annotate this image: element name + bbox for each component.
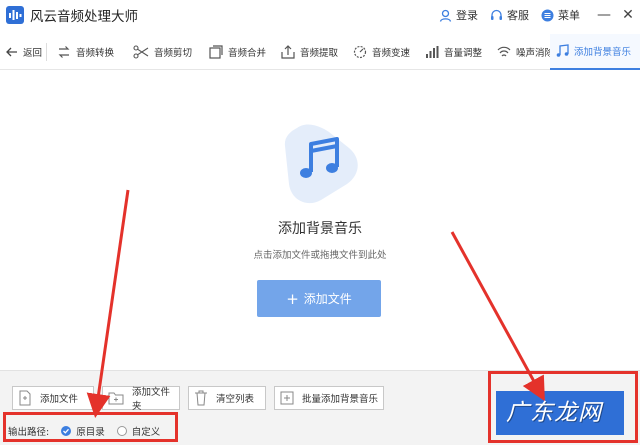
tool-label: 音频提取: [300, 47, 339, 59]
tool-audio-speed[interactable]: 音频变速: [349, 34, 421, 70]
volume-bars-icon: [425, 45, 439, 59]
back-arrow-icon: [6, 47, 18, 57]
add-files-label: 添加文件: [40, 394, 79, 405]
music-note-icon: [556, 44, 569, 58]
app-logo-icon: [6, 6, 24, 24]
batch-add-label: 批量添加背景音乐: [302, 394, 379, 405]
menu-icon: [541, 9, 554, 21]
login-label: 登录: [456, 9, 478, 22]
minimize-button[interactable]: —: [592, 0, 616, 30]
tool-audio-convert[interactable]: 音频转换: [53, 34, 129, 70]
close-button[interactable]: ✕: [616, 0, 640, 30]
scissors-icon: [133, 44, 149, 59]
title-bar: 风云音频处理大师 登录 客服 菜单 — ✕: [0, 0, 640, 30]
tool-add-bg-music[interactable]: 添加背景音乐: [550, 34, 640, 70]
tool-label: 音频转换: [76, 47, 115, 59]
extract-icon: [281, 44, 295, 59]
tool-label: 音频合并: [228, 47, 267, 59]
app-title: 风云音频处理大师: [30, 9, 138, 25]
service-label: 客服: [507, 9, 529, 22]
speed-icon: [353, 45, 367, 59]
add-file-button[interactable]: + 添加文件: [257, 280, 381, 317]
back-button[interactable]: 返回: [0, 34, 46, 70]
back-label: 返回: [23, 47, 43, 59]
add-file-label: 添加文件: [303, 292, 352, 306]
clear-list-button[interactable]: 清空列表: [188, 386, 266, 410]
plus-icon: +: [286, 289, 299, 308]
login-button[interactable]: 登录: [439, 7, 478, 23]
batch-add-icon: [280, 390, 294, 406]
merge-icon: [209, 44, 223, 59]
drop-zone[interactable]: 添加背景音乐 点击添加文件或拖拽文件到此处 + 添加文件: [0, 70, 640, 370]
menu-label: 菜单: [558, 9, 580, 22]
service-button[interactable]: 客服: [490, 7, 529, 23]
tool-audio-merge[interactable]: 音频合并: [205, 34, 277, 70]
add-files-button[interactable]: 添加文件: [12, 386, 94, 410]
user-icon: [439, 9, 452, 22]
tool-audio-cut[interactable]: 音频剪切: [129, 34, 205, 70]
drop-hint: 点击添加文件或拖拽文件到此处: [253, 250, 387, 261]
headset-icon: [491, 9, 502, 20]
music-file-icon: [277, 120, 361, 204]
folder-icon: [108, 391, 124, 405]
tool-label: 音频剪切: [154, 47, 193, 59]
add-folder-button[interactable]: 添加文件夹: [102, 386, 180, 412]
noise-icon: [497, 45, 511, 59]
drop-title: 添加背景音乐: [278, 221, 362, 237]
add-folder-label: 添加文件夹: [132, 387, 171, 412]
tool-label: 音频变速: [372, 47, 411, 59]
file-icon: [18, 390, 32, 406]
tool-audio-extract[interactable]: 音频提取: [277, 34, 349, 70]
tool-volume-adjust[interactable]: 音量调整: [421, 34, 493, 70]
annotation-box-output-path: [3, 412, 178, 442]
clear-list-label: 清空列表: [216, 394, 255, 405]
tool-label: 添加背景音乐: [574, 47, 632, 58]
tool-label: 音量调整: [444, 47, 483, 59]
convert-icon: [57, 45, 71, 59]
menu-button[interactable]: 菜单: [541, 7, 580, 23]
trash-icon: [194, 390, 208, 406]
toolbar-divider: [46, 42, 47, 61]
feature-toolbar: 返回 音频转换 音频剪切 音频合并 音频提取 音频变速 音量调整 噪声消除 添加…: [0, 34, 640, 70]
watermark-text: 广东龙网: [506, 400, 602, 426]
batch-add-bg-music-button[interactable]: 批量添加背景音乐: [274, 386, 384, 410]
tool-label: 噪声消除: [516, 47, 555, 59]
